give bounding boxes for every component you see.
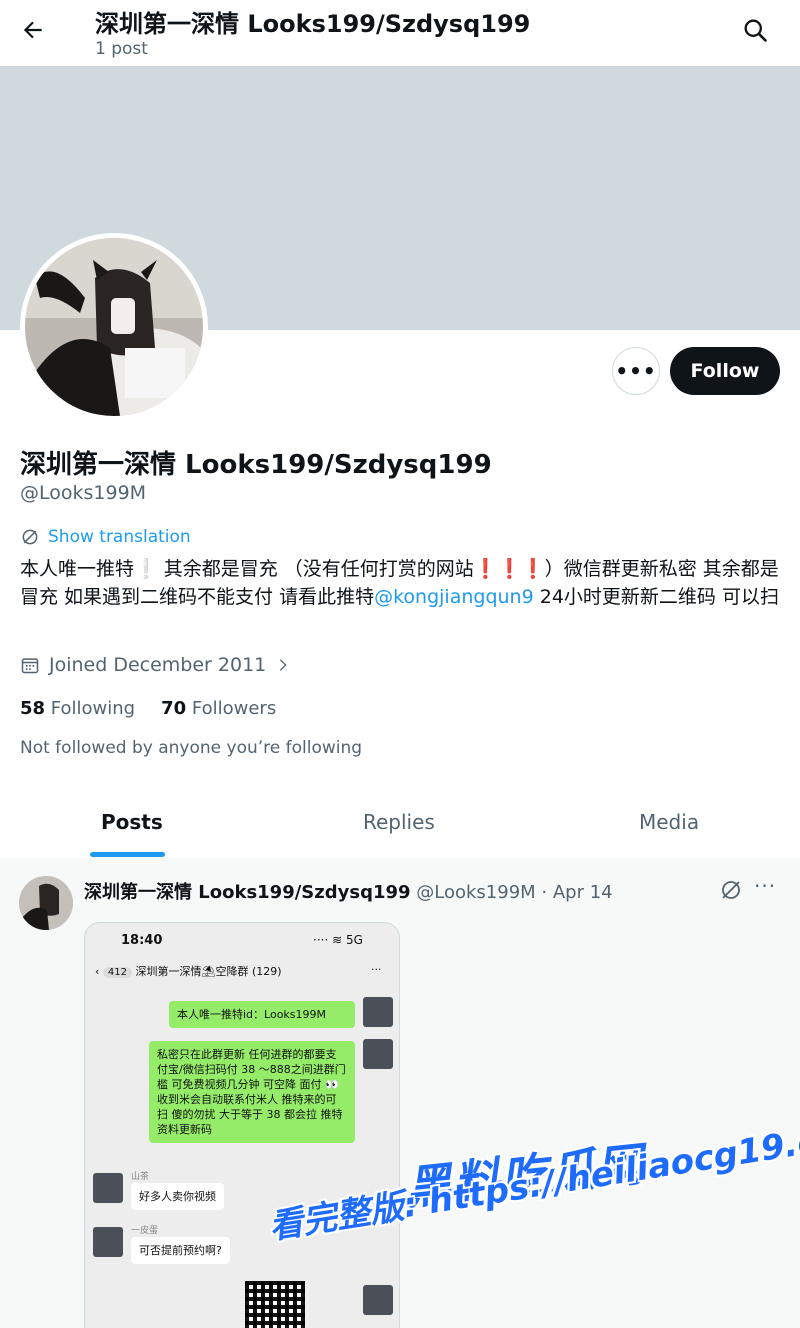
shot-chat-nav: ‹ 412 深圳第一深情⛱空降群 (129) ··· [95, 963, 382, 978]
post-author-avatar[interactable] [19, 876, 73, 930]
shot-sender-2: 一皮蛋 [131, 1226, 159, 1236]
post-image[interactable]: 18:40 ···· ≋ 5G ‹ 412 深圳第一深情⛱空降群 (129) ·… [84, 922, 400, 1328]
header-post-count: 1 post [95, 39, 148, 59]
shot-chat-title: 深圳第一深情⛱空降群 (129) [135, 965, 282, 978]
bio-emoji-2: ❗️❗️❗️ [473, 558, 545, 580]
followers-link[interactable]: 70 Followers [161, 698, 276, 719]
tab-media[interactable]: Media [639, 810, 699, 834]
post-header: 深圳第一深情 Looks199/Szdysq199 @Looks199M · A… [84, 878, 613, 904]
more-options-button[interactable]: ••• [612, 347, 660, 395]
not-followed-notice: Not followed by anyone you’re following [20, 738, 363, 758]
followers-label: Followers [191, 698, 277, 719]
bio-mention-link[interactable]: @kongjiangqun9 [374, 586, 534, 608]
top-bar: 深圳第一深情 Looks199/Szdysq199 1 post [0, 0, 800, 66]
search-icon[interactable] [741, 16, 769, 44]
bio-text-4: 24小时更新新二维码 可以扫 [533, 586, 779, 608]
post-meta: @Looks199M · Apr 14 [410, 882, 613, 903]
shot-message-1: 本人唯一推特id：Looks199M [169, 1001, 355, 1028]
shot-message-2: 私密只在此群更新 任何进群的都要支付宝/微信扫码付 38 ～888之间进群门槛 … [149, 1041, 355, 1143]
shot-time: 18:40 [121, 933, 163, 948]
shot-message-3: 好多人卖你视频 [131, 1183, 224, 1210]
follow-button[interactable]: Follow [670, 347, 780, 395]
profile-tabs: Posts Replies Media [0, 790, 800, 858]
bio-text-2: 其余都是冒充 （没有任何打赏的网站 [157, 558, 474, 580]
post-card[interactable]: 深圳第一深情 Looks199/Szdysq199 @Looks199M · A… [0, 858, 800, 1328]
shot-sender-avatar-3 [363, 1285, 393, 1315]
profile-bio: 本人唯一推特❕ 其余都是冒充 （没有任何打赏的网站❗️❗️❗️）微信群更新私密 … [20, 555, 785, 611]
shot-status-icons: ···· ≋ 5G [313, 933, 363, 947]
bio-emoji-1: ❕ [134, 558, 158, 580]
shot-reply-avatar-1 [93, 1173, 123, 1203]
tab-replies[interactable]: Replies [363, 810, 435, 834]
following-link[interactable]: 58 Following [20, 698, 135, 719]
bio-text-1: 本人唯一推特 [20, 558, 135, 580]
grok-icon[interactable] [719, 878, 743, 902]
show-translation-link[interactable]: Show translation [20, 527, 191, 547]
tab-posts[interactable]: Posts [101, 810, 163, 834]
following-label: Following [50, 698, 136, 719]
shot-message-4: 可否提前预约啊? [131, 1237, 230, 1264]
active-tab-indicator [90, 852, 165, 857]
profile-avatar[interactable] [20, 233, 208, 421]
follow-stats: 58 Following 70 Followers [20, 698, 276, 719]
translate-icon [22, 529, 38, 545]
show-translation-label: Show translation [48, 527, 191, 547]
profile-display-name: 深圳第一深情 Looks199/Szdysq199 [20, 450, 492, 480]
header-title: 深圳第一深情 Looks199/Szdysq199 [95, 10, 531, 38]
joined-label: Joined December 2011 [49, 654, 267, 676]
shot-back-badge: 412 [102, 967, 132, 978]
shot-sender-avatar [363, 997, 393, 1027]
shot-sender-avatar-2 [363, 1039, 393, 1069]
calendar-icon [21, 658, 39, 674]
profile-handle: @Looks199M [20, 482, 147, 504]
shot-reply-avatar-2 [93, 1227, 123, 1257]
shot-qr-code [245, 1281, 305, 1328]
chevron-right-icon [280, 659, 287, 671]
post-more-icon[interactable]: ··· [754, 874, 776, 898]
arrow-left-icon[interactable] [20, 17, 46, 43]
post-author-name[interactable]: 深圳第一深情 Looks199/Szdysq199 [84, 882, 411, 903]
shot-chat-more: ··· [371, 963, 382, 976]
followers-count: 70 [161, 698, 187, 719]
following-count: 58 [20, 698, 46, 719]
shot-sender-1: 山茶 [131, 1172, 150, 1182]
joined-date[interactable]: Joined December 2011 [20, 654, 291, 676]
